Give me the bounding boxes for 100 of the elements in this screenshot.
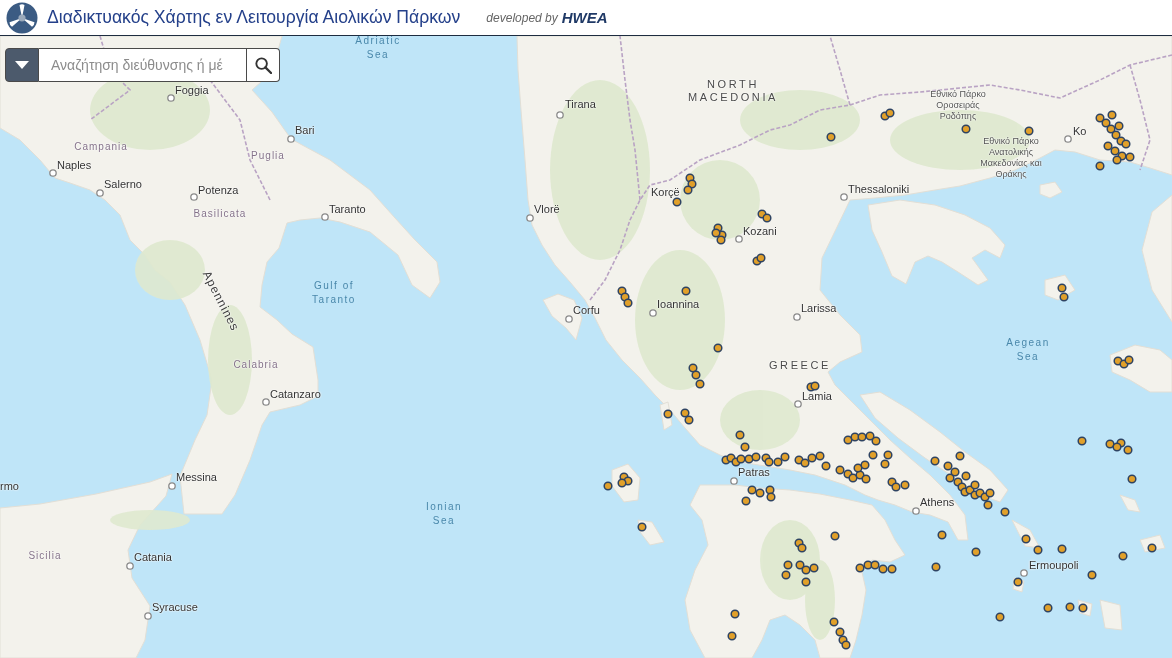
wind-farm-marker[interactable]	[684, 415, 694, 425]
wind-farm-marker[interactable]	[773, 457, 783, 467]
wind-farm-marker[interactable]	[716, 235, 726, 245]
wind-farm-marker[interactable]	[1103, 141, 1113, 151]
wind-farm-marker[interactable]	[617, 478, 627, 488]
wind-farm-marker[interactable]	[1112, 442, 1122, 452]
wind-farm-marker[interactable]	[637, 522, 647, 532]
wind-farm-marker[interactable]	[971, 547, 981, 557]
wind-farm-marker[interactable]	[623, 298, 633, 308]
wind-farm-marker[interactable]	[829, 617, 839, 627]
wind-farm-marker[interactable]	[781, 570, 791, 580]
wind-farm-marker[interactable]	[887, 564, 897, 574]
wind-farm-marker[interactable]	[711, 228, 721, 238]
wind-farm-marker[interactable]	[843, 435, 853, 445]
wind-farm-marker[interactable]	[853, 463, 863, 473]
wind-farm-marker[interactable]	[1033, 545, 1043, 555]
wind-farm-marker[interactable]	[1110, 146, 1120, 156]
wind-farm-marker[interactable]	[857, 432, 867, 442]
wind-farm-marker[interactable]	[1024, 126, 1034, 136]
search-field[interactable]: Αναζήτηση διεύθυνσης ή μέ	[39, 48, 247, 82]
wind-farm-marker[interactable]	[1078, 603, 1088, 613]
wind-farm-marker[interactable]	[1112, 155, 1122, 165]
wind-farm-marker[interactable]	[1114, 121, 1124, 131]
wind-farm-marker[interactable]	[683, 185, 693, 195]
wind-farm-marker[interactable]	[1059, 292, 1069, 302]
wind-farm-marker[interactable]	[1021, 534, 1031, 544]
wind-farm-marker[interactable]	[1124, 355, 1134, 365]
wind-farm-marker[interactable]	[1057, 544, 1067, 554]
wind-farm-marker[interactable]	[995, 612, 1005, 622]
wind-farm-marker[interactable]	[841, 640, 851, 650]
wind-farm-marker[interactable]	[950, 467, 960, 477]
wind-farm-marker[interactable]	[663, 409, 673, 419]
wind-farm-marker[interactable]	[797, 543, 807, 553]
wind-farm-marker[interactable]	[1121, 139, 1131, 149]
wind-farm-marker[interactable]	[860, 460, 870, 470]
wind-farm-marker[interactable]	[883, 450, 893, 460]
wind-farm-marker[interactable]	[930, 456, 940, 466]
wind-farm-marker[interactable]	[1107, 110, 1117, 120]
wind-farm-marker[interactable]	[681, 286, 691, 296]
wind-farm-marker[interactable]	[800, 458, 810, 468]
wind-farm-marker[interactable]	[815, 451, 825, 461]
wind-farm-marker[interactable]	[868, 450, 878, 460]
wind-farm-marker[interactable]	[1118, 551, 1128, 561]
wind-farm-marker[interactable]	[1125, 152, 1135, 162]
wind-farm-marker[interactable]	[1127, 474, 1137, 484]
wind-farm-marker[interactable]	[807, 453, 817, 463]
wind-farm-marker[interactable]	[955, 451, 965, 461]
wind-farm-marker[interactable]	[1043, 603, 1053, 613]
wind-farm-marker[interactable]	[835, 627, 845, 637]
wind-farm-marker[interactable]	[1087, 570, 1097, 580]
wind-farm-marker[interactable]	[680, 408, 690, 418]
wind-farm-marker[interactable]	[730, 609, 740, 619]
wind-farm-marker[interactable]	[970, 480, 980, 490]
wind-farm-marker[interactable]	[865, 431, 875, 441]
wind-farm-marker[interactable]	[740, 442, 750, 452]
wind-farm-marker[interactable]	[891, 482, 901, 492]
wind-farm-marker[interactable]	[691, 370, 701, 380]
wind-farm-marker[interactable]	[801, 565, 811, 575]
wind-farm-marker[interactable]	[695, 379, 705, 389]
wind-farm-marker[interactable]	[672, 197, 682, 207]
wind-farm-marker[interactable]	[900, 480, 910, 490]
wind-farm-marker[interactable]	[741, 496, 751, 506]
wind-farm-marker[interactable]	[1077, 436, 1087, 446]
wind-farm-marker[interactable]	[801, 577, 811, 587]
wind-farm-marker[interactable]	[1095, 161, 1105, 171]
wind-farm-marker[interactable]	[756, 253, 766, 263]
wind-farm-marker[interactable]	[1123, 445, 1133, 455]
wind-farm-marker[interactable]	[780, 452, 790, 462]
wind-farm-marker[interactable]	[885, 108, 895, 118]
wind-farm-marker[interactable]	[727, 631, 737, 641]
wind-farm-marker[interactable]	[985, 488, 995, 498]
wind-farm-marker[interactable]	[1147, 543, 1157, 553]
wind-farm-marker[interactable]	[1105, 439, 1115, 449]
wind-farm-marker[interactable]	[735, 430, 745, 440]
search-source-dropdown[interactable]	[5, 48, 39, 82]
wind-farm-marker[interactable]	[861, 474, 871, 484]
wind-farm-marker[interactable]	[688, 363, 698, 373]
wind-farm-marker[interactable]	[937, 530, 947, 540]
wind-farm-marker[interactable]	[943, 461, 953, 471]
wind-farm-marker[interactable]	[747, 485, 757, 495]
wind-farm-marker[interactable]	[766, 492, 776, 502]
wind-farm-marker[interactable]	[961, 471, 971, 481]
wind-farm-marker[interactable]	[755, 488, 765, 498]
wind-farm-marker[interactable]	[764, 457, 774, 467]
wind-farm-marker[interactable]	[783, 560, 793, 570]
wind-farm-marker[interactable]	[983, 500, 993, 510]
wind-farm-marker[interactable]	[830, 531, 840, 541]
wind-farm-marker[interactable]	[931, 562, 941, 572]
wind-farm-marker[interactable]	[751, 452, 761, 462]
wind-farm-marker[interactable]	[1000, 507, 1010, 517]
wind-farm-marker[interactable]	[826, 132, 836, 142]
wind-farm-marker[interactable]	[1057, 283, 1067, 293]
wind-farm-marker[interactable]	[810, 381, 820, 391]
wind-farm-marker[interactable]	[878, 564, 888, 574]
wind-farm-marker[interactable]	[880, 459, 890, 469]
wind-farm-marker[interactable]	[603, 481, 613, 491]
search-button[interactable]	[247, 48, 280, 82]
wind-farm-marker[interactable]	[736, 454, 746, 464]
wind-farm-marker[interactable]	[848, 473, 858, 483]
wind-farm-marker[interactable]	[809, 563, 819, 573]
